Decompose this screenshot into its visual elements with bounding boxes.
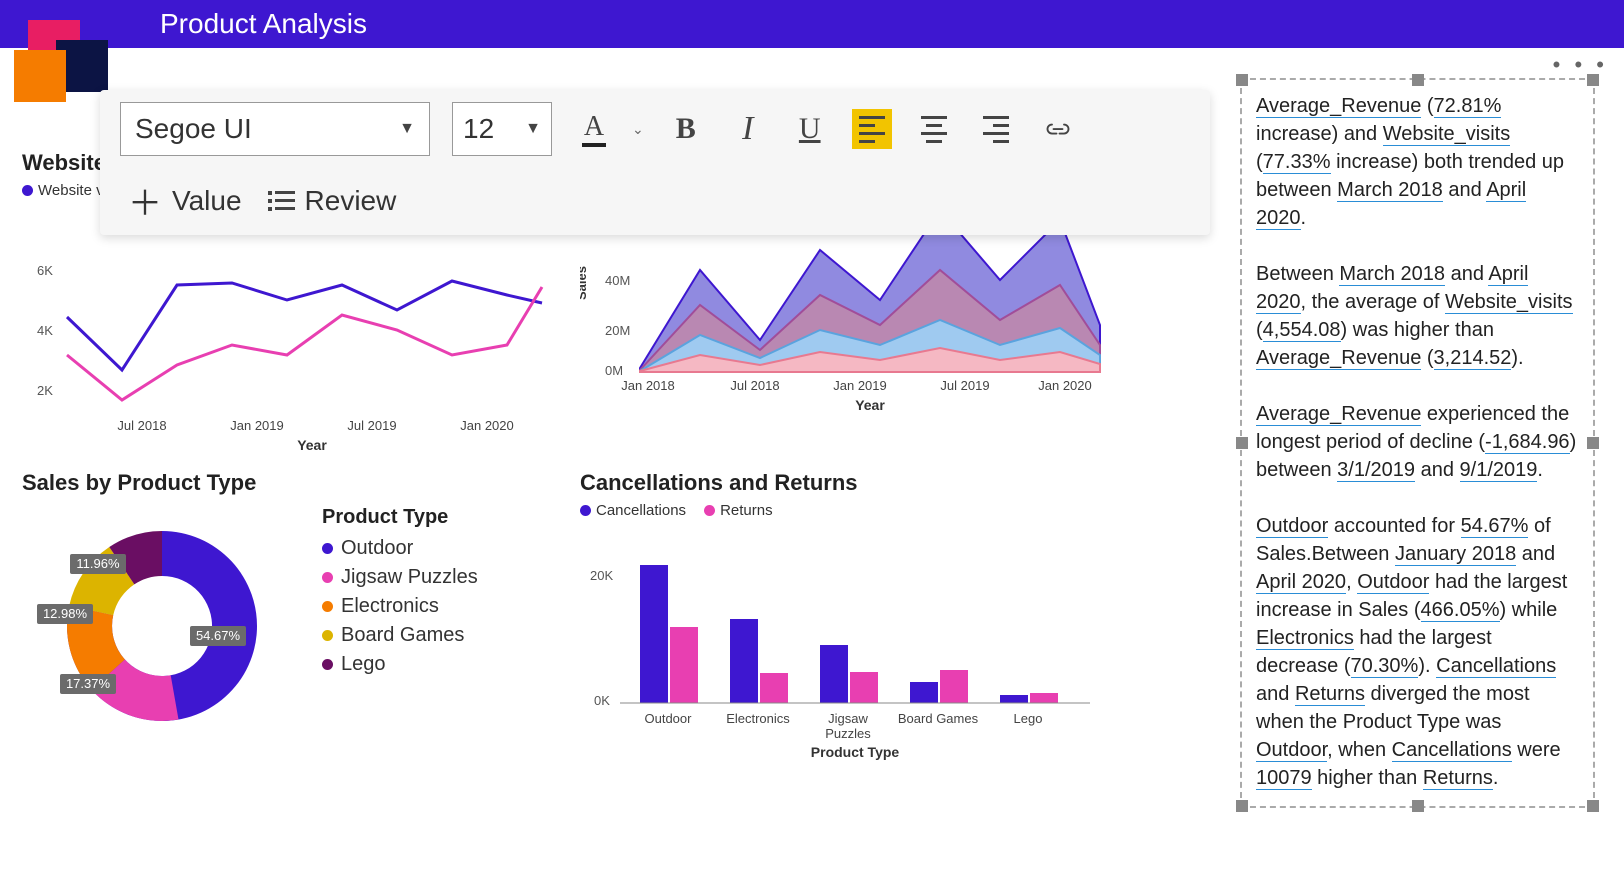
svg-text:0K: 0K (594, 693, 610, 708)
resize-handle[interactable] (1236, 74, 1248, 86)
chart-title: Sales by Product Type (22, 470, 572, 496)
x-axis-label: Year (297, 437, 327, 453)
resize-handle[interactable] (1587, 800, 1599, 812)
svg-text:6K: 6K (37, 263, 53, 278)
svg-text:54.67%: 54.67% (196, 628, 241, 643)
x-axis-label: Year (855, 397, 885, 413)
resize-handle[interactable] (1236, 800, 1248, 812)
svg-text:Electronics: Electronics (726, 711, 790, 726)
svg-text:Jul 2019: Jul 2019 (940, 378, 989, 393)
chevron-down-icon: ▼ (399, 120, 415, 138)
svg-text:40M: 40M (605, 273, 630, 288)
svg-text:Jul 2019: Jul 2019 (347, 418, 396, 433)
svg-text:Jan 2020: Jan 2020 (460, 418, 514, 433)
value-label: Value (172, 185, 242, 217)
narrative-paragraph: Between March 2018 and April 2020, the a… (1256, 260, 1579, 372)
plus-icon: ＋ (128, 176, 162, 225)
resize-handle[interactable] (1412, 74, 1424, 86)
font-family-value: Segoe UI (135, 113, 252, 145)
legend-label: Website v (38, 182, 104, 199)
svg-text:Jan 2020: Jan 2020 (1038, 378, 1092, 393)
chart-cancel-returns[interactable]: Cancellations and Returns Cancellations … (580, 470, 1130, 775)
bar-chart-svg: 20K 0K Outdoor Electronics JigsawPuzzles… (580, 525, 1120, 775)
donut-legend: Product Type Outdoor Jigsaw Puzzles Elec… (322, 506, 478, 682)
font-size-select[interactable]: 12 ▼ (452, 102, 552, 156)
legend-item: Website v (22, 182, 104, 199)
svg-text:11.96%: 11.96% (76, 556, 120, 571)
svg-text:Jul 2018: Jul 2018 (117, 418, 166, 433)
svg-text:4K: 4K (37, 323, 53, 338)
svg-text:20M: 20M (605, 323, 630, 338)
resize-handle[interactable] (1587, 437, 1599, 449)
add-value-button[interactable]: ＋ Value (128, 176, 242, 225)
font-family-select[interactable]: Segoe UI ▼ (120, 102, 430, 156)
legend-item: Electronics (322, 595, 478, 618)
svg-text:2K: 2K (37, 383, 53, 398)
link-button[interactable] (1038, 109, 1078, 149)
legend-item: Jigsaw Puzzles (322, 566, 478, 589)
italic-button[interactable]: I (728, 109, 768, 149)
donut-chart-svg: 54.67% 17.37% 12.98% 11.96% (22, 506, 282, 736)
legend-item: Board Games (322, 624, 478, 647)
legend-item: Lego (322, 653, 478, 676)
align-left-button[interactable] (852, 109, 892, 149)
logo (12, 20, 107, 102)
review-label: Review (305, 185, 397, 217)
svg-text:Lego: Lego (1014, 711, 1043, 726)
resize-handle[interactable] (1412, 800, 1424, 812)
text-format-toolbar: Segoe UI ▼ 12 ▼ A ⌄ B I U ＋ Value (100, 90, 1210, 235)
smart-narrative-textbox[interactable]: Average_Revenue (72.81% increase) and We… (1240, 78, 1595, 808)
page-title: Product Analysis (160, 8, 367, 40)
svg-text:Board Games: Board Games (898, 711, 979, 726)
legend-item: Returns (704, 502, 773, 519)
underline-button[interactable]: U (790, 109, 830, 149)
line-chart-svg: 6K 4K 2K Jul 2018 Jan 2019 Jul 2019 Jan … (22, 205, 562, 455)
svg-text:Jul 2018: Jul 2018 (730, 378, 779, 393)
svg-text:Puzzles: Puzzles (825, 726, 871, 741)
x-axis-label: Product Type (811, 744, 900, 760)
svg-text:Jan 2019: Jan 2019 (230, 418, 284, 433)
align-center-button[interactable] (914, 109, 954, 149)
svg-text:Jan 2018: Jan 2018 (621, 378, 675, 393)
review-button[interactable]: Review (268, 185, 397, 217)
svg-text:12.98%: 12.98% (43, 606, 88, 621)
legend-label: Cancellations (596, 502, 686, 519)
svg-text:Sales: Sales (580, 266, 589, 300)
svg-text:Jan 2019: Jan 2019 (833, 378, 887, 393)
svg-text:Outdoor: Outdoor (645, 711, 693, 726)
svg-text:20K: 20K (590, 568, 613, 583)
logo-square-3 (14, 50, 66, 102)
svg-text:0M: 0M (605, 363, 623, 378)
header-bar: Product Analysis (0, 0, 1624, 48)
align-right-button[interactable] (976, 109, 1016, 149)
narrative-paragraph: Outdoor accounted for 54.67% of Sales.Be… (1256, 512, 1579, 792)
narrative-paragraph: Average_Revenue experienced the longest … (1256, 400, 1579, 484)
legend-title: Product Type (322, 506, 478, 529)
legend-label: Returns (720, 502, 773, 519)
resize-handle[interactable] (1236, 437, 1248, 449)
chevron-down-icon: ▼ (525, 120, 541, 138)
chart-legend: Cancellations Returns (580, 502, 1130, 519)
chart-title: Cancellations and Returns (580, 470, 1130, 496)
narrative-paragraph: Average_Revenue (72.81% increase) and We… (1256, 92, 1579, 232)
svg-text:Jigsaw: Jigsaw (828, 711, 868, 726)
chart-sales-product[interactable]: Sales by Product Type 54.67% 17.37% 12.9… (22, 470, 572, 736)
font-size-value: 12 (463, 113, 494, 145)
svg-text:17.37%: 17.37% (66, 676, 111, 691)
toolbar-row-format: Segoe UI ▼ 12 ▼ A ⌄ B I U (120, 102, 1190, 156)
list-icon (268, 191, 295, 211)
toolbar-row-actions: ＋ Value Review (120, 176, 1190, 225)
legend-item: Cancellations (580, 502, 686, 519)
font-color-button[interactable]: A (574, 109, 614, 149)
legend-item: Outdoor (322, 537, 478, 560)
resize-handle[interactable] (1587, 74, 1599, 86)
bold-button[interactable]: B (666, 109, 706, 149)
more-options-button[interactable]: • • • (1553, 52, 1608, 78)
font-color-chevron-icon[interactable]: ⌄ (632, 121, 644, 138)
